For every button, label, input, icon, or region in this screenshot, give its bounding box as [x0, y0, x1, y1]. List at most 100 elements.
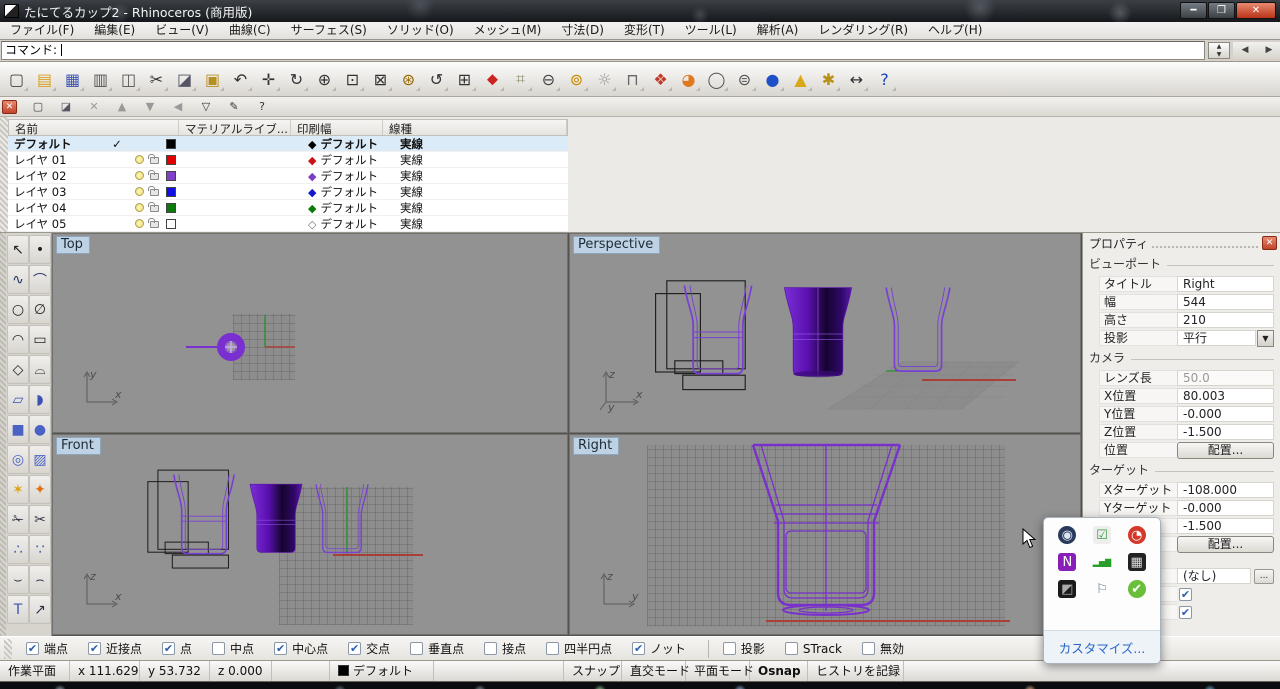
viewport-top-label[interactable]: Top [56, 236, 90, 254]
tools-icon[interactable]: ✎ [223, 99, 245, 115]
property-value[interactable]: 80.003 [1177, 388, 1274, 404]
command-prev-button[interactable]: ◀ [1233, 42, 1257, 59]
column-linetype[interactable]: 線種 [383, 120, 567, 135]
layer-lock-icon[interactable] [148, 201, 166, 215]
copy-icon[interactable]: ◪ [171, 65, 198, 93]
osnap-checkbox[interactable] [723, 642, 736, 655]
zoom-in-icon[interactable]: ⊕ [311, 65, 338, 93]
menu-item-10[interactable]: 解析(A) [747, 22, 809, 39]
flag-icon[interactable]: ⚐ [1093, 580, 1111, 598]
menu-item-3[interactable]: 曲線(C) [219, 22, 281, 39]
zoom-window-icon[interactable]: ⊡ [339, 65, 366, 93]
column-material[interactable]: マテリアルライブ... [179, 120, 291, 135]
color-wheel-icon[interactable]: ◕ [675, 65, 702, 93]
layer-lock-icon[interactable] [148, 153, 166, 167]
polygon-tool[interactable]: ◇ [7, 355, 29, 384]
dimension-icon[interactable]: ↔ [843, 65, 870, 93]
menu-item-12[interactable]: ヘルプ(H) [918, 22, 992, 39]
layer-visibility-icon[interactable] [130, 185, 148, 199]
layer-help-icon[interactable]: ? [251, 99, 273, 115]
osnap-checkbox[interactable] [410, 642, 423, 655]
layer-color-swatch[interactable] [166, 169, 196, 183]
layer-linetype[interactable]: 実線 [400, 200, 470, 216]
layer-visibility-icon[interactable] [130, 217, 148, 231]
menu-item-0[interactable]: ファイル(F) [0, 22, 84, 39]
windows-taskbar-edge[interactable] [0, 682, 1280, 689]
blend-tool[interactable]: ⌢ [29, 565, 51, 594]
undo-icon[interactable]: ↶ [227, 65, 254, 93]
osnap-markers-icon[interactable]: ⊚ [563, 65, 590, 93]
property-checkbox[interactable]: ✔ [1179, 588, 1192, 601]
osnap-checkbox[interactable]: ✔ [88, 642, 101, 655]
property-value[interactable]: 544 [1177, 294, 1274, 310]
zoom-selected-icon[interactable]: ⊛ [395, 65, 422, 93]
snap-toggle[interactable]: スナップ [564, 661, 622, 681]
copy-layer-icon[interactable]: ◪ [55, 99, 77, 115]
property-value[interactable]: -0.000 [1177, 406, 1274, 422]
menu-item-6[interactable]: メッシュ(M) [464, 22, 552, 39]
open-folder-icon[interactable]: ▤ [31, 65, 58, 93]
wireframe-sphere-icon[interactable]: ◯ [703, 65, 730, 93]
history-toggle[interactable]: ヒストリを記録 [808, 661, 904, 681]
trend-micro-icon[interactable]: ◔ [1128, 526, 1146, 544]
layer-print-width[interactable]: ◆デフォルト [308, 200, 400, 216]
viewport-perspective[interactable]: Perspective [569, 233, 1081, 433]
box-tool[interactable]: ■ [7, 415, 29, 444]
undo-view-icon[interactable]: ↺ [423, 65, 450, 93]
layer-row-3[interactable]: レイヤ 03◆デフォルト実線 [8, 184, 568, 200]
layer-print-width[interactable]: ◆デフォルト [308, 184, 400, 200]
layer-color-swatch[interactable] [166, 153, 196, 167]
layer-row-4[interactable]: レイヤ 04◆デフォルト実線 [8, 200, 568, 216]
viewport-right-label[interactable]: Right [573, 437, 619, 455]
ortho-toggle[interactable]: 直交モード [622, 661, 686, 681]
menu-item-11[interactable]: レンダリング(R) [808, 22, 918, 39]
export-icon[interactable]: ◫ [115, 65, 142, 93]
security-card-icon[interactable]: ☑ [1093, 526, 1111, 544]
layer-row-2[interactable]: レイヤ 02◆デフォルト実線 [8, 168, 568, 184]
layer-color-swatch[interactable] [166, 217, 196, 231]
layer-print-width[interactable]: ◆デフォルト [308, 136, 400, 152]
layer-linetype[interactable]: 実線 [400, 216, 470, 232]
osnap-checkbox[interactable]: ✔ [274, 642, 287, 655]
property-value[interactable]: -1.500 [1177, 518, 1274, 534]
restore-button[interactable]: ❒ [1208, 2, 1235, 19]
help-icon[interactable]: ? [871, 65, 898, 93]
command-input[interactable]: コマンド: [1, 41, 1205, 60]
move-left-icon[interactable]: ◀ [167, 99, 189, 115]
shield-icon[interactable]: ❖ [647, 65, 674, 93]
cut-icon[interactable]: ✂ [143, 65, 170, 93]
layer-lock-icon[interactable] [148, 169, 166, 183]
boolean-difference-tool[interactable]: ∵ [29, 535, 51, 564]
osnap-checkbox[interactable] [212, 642, 225, 655]
property-value[interactable]: (なし) [1177, 568, 1251, 584]
property-value[interactable]: 210 [1177, 312, 1274, 328]
current-layer[interactable]: デフォルト [330, 661, 434, 681]
menu-item-1[interactable]: 編集(E) [84, 22, 145, 39]
torus-tool[interactable]: ◎ [7, 445, 29, 474]
save-icon[interactable]: ▦ [59, 65, 86, 93]
layer-row-5[interactable]: レイヤ 05◇デフォルト実線 [8, 216, 568, 232]
menu-item-8[interactable]: 変形(T) [614, 22, 675, 39]
layer-color-swatch[interactable] [166, 185, 196, 199]
layer-color-swatch[interactable] [166, 201, 196, 215]
property-value[interactable]: Right [1177, 276, 1274, 292]
new-layer-icon[interactable]: ▢ [27, 99, 49, 115]
lock-icon[interactable]: ⊓ [619, 65, 646, 93]
onenote-icon[interactable]: N [1058, 553, 1076, 571]
osnap-grip[interactable] [4, 639, 12, 659]
layer-linetype[interactable]: 実線 [400, 152, 470, 168]
text-tool[interactable]: T [7, 595, 29, 624]
viewport-top[interactable]: Top y x [52, 233, 568, 433]
layer-visibility-icon[interactable] [130, 169, 148, 183]
boolean-tool[interactable]: ✶ [7, 475, 29, 504]
osnap-checkbox[interactable] [484, 642, 497, 655]
webcam-icon[interactable]: ◉ [1058, 526, 1076, 544]
layer-row-0[interactable]: デフォルト✓◆デフォルト実線 [8, 136, 568, 152]
fillet-tool[interactable]: ⌣ [7, 565, 29, 594]
patch-surface-tool[interactable]: ▨ [29, 445, 51, 474]
surface-tool[interactable]: ▱ [7, 385, 29, 414]
layer-print-width[interactable]: ◆デフォルト [308, 152, 400, 168]
tray-customize-link[interactable]: カスタマイズ... [1059, 638, 1146, 657]
menu-item-2[interactable]: ビュー(V) [145, 22, 219, 39]
layer-visibility-icon[interactable] [130, 201, 148, 215]
